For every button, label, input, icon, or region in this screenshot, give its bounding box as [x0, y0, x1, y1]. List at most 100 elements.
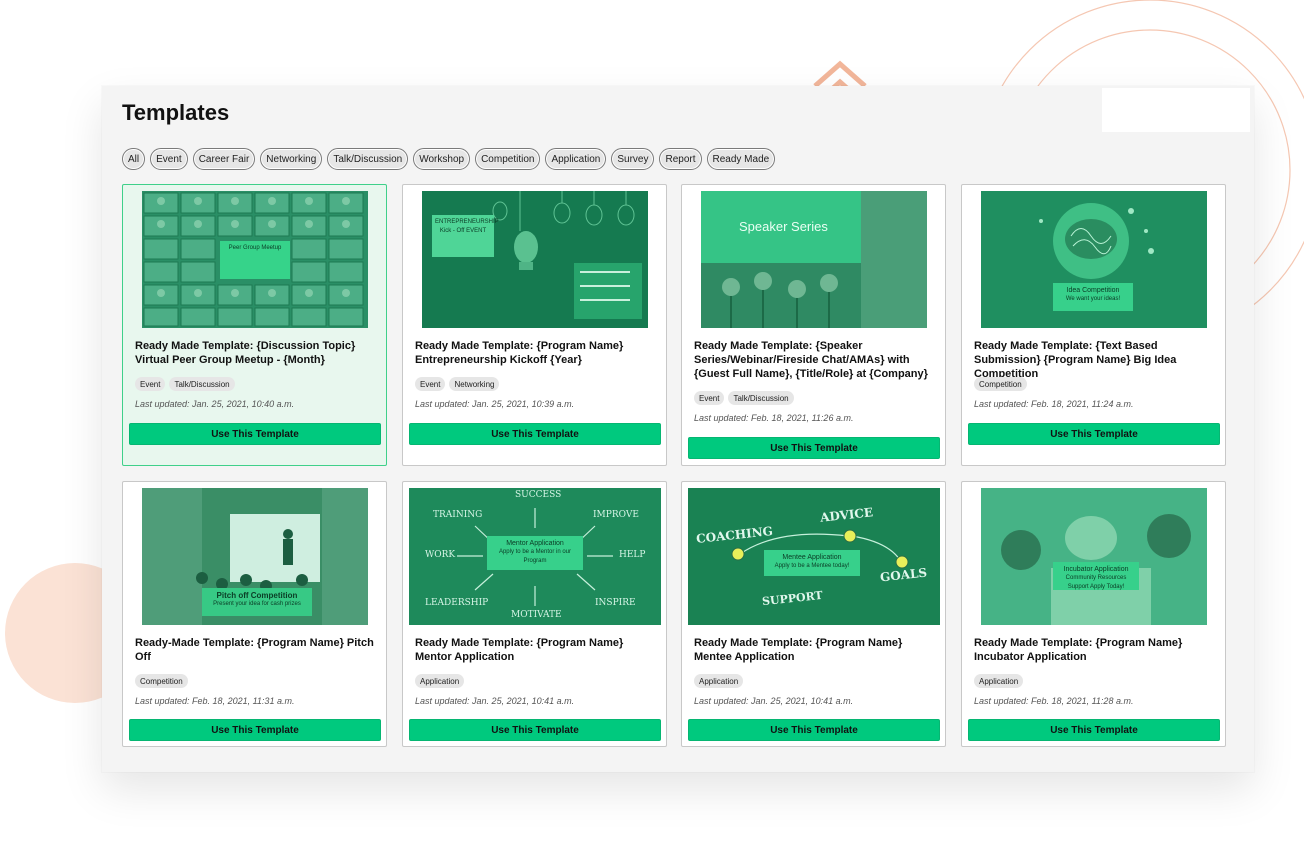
- filter-chip-workshop[interactable]: Workshop: [413, 148, 471, 170]
- presentation-image: Pitch off Competition Present your idea …: [142, 488, 368, 625]
- board-word: TRAINING: [433, 510, 483, 520]
- use-template-button[interactable]: Use This Template: [688, 719, 940, 741]
- coaching-board-image: COACHING ADVICE GOALS SUPPORT Mentee App…: [688, 488, 940, 625]
- thumb-label-sub: We want your ideas!: [1065, 296, 1121, 302]
- board-word: IMPROVE: [593, 510, 639, 520]
- last-updated: Last updated: Jan. 25, 2021, 10:39 a.m.: [415, 399, 575, 409]
- tag: Networking: [449, 377, 500, 391]
- thumb-label-title: Incubator Application: [1063, 566, 1129, 573]
- filter-chip-competition[interactable]: Competition: [475, 148, 541, 170]
- card-title: Ready Made Template: {Speaker Series/Web…: [694, 340, 928, 380]
- thumb-label: Idea Competition We want your ideas!: [1053, 283, 1133, 311]
- tag: Application: [974, 674, 1024, 688]
- template-card[interactable]: ENTREPRENEURSHIP Kick - Off EVENT Ready …: [402, 184, 667, 466]
- template-card[interactable]: COACHING ADVICE GOALS SUPPORT Mentee App…: [681, 481, 946, 747]
- use-template-button[interactable]: Use This Template: [968, 719, 1220, 741]
- chalkboard-image: SUCCESS TRAINING IMPROVE WORK HELP LEADE…: [409, 488, 661, 625]
- header-blank-area: [1102, 88, 1250, 132]
- thumb-label-sub: Community Resources Support Apply Today!: [1065, 575, 1127, 590]
- card-tags: Competition: [974, 377, 1027, 391]
- thumb-label-sub: Apply to be a Mentor in our Program: [498, 549, 572, 564]
- use-template-button[interactable]: Use This Template: [409, 423, 661, 445]
- last-updated: Last updated: Feb. 18, 2021, 11:24 a.m.: [974, 399, 1134, 409]
- card-title: Ready Made Template: {Program Name} Entr…: [415, 340, 624, 366]
- tag: Talk/Discussion: [728, 391, 794, 405]
- filter-chip-all[interactable]: All: [122, 148, 146, 170]
- card-title: Ready Made Template: {Program Name} Incu…: [974, 637, 1183, 663]
- thumb-label-sub: Present your idea for cash prizes: [213, 601, 301, 607]
- filter-chip-survey[interactable]: Survey: [611, 148, 655, 170]
- tag: Event: [694, 391, 725, 405]
- use-template-button[interactable]: Use This Template: [688, 437, 940, 459]
- board-word: SUCCESS: [515, 490, 562, 500]
- thumb-label-sub: Apply to be a Mentee today!: [774, 563, 850, 569]
- board-word: LEADERSHIP: [425, 598, 489, 608]
- filter-chip-report[interactable]: Report: [659, 148, 702, 170]
- template-card[interactable]: Pitch off Competition Present your idea …: [122, 481, 387, 747]
- template-card[interactable]: Incubator Application Community Resource…: [961, 481, 1226, 747]
- last-updated: Last updated: Feb. 18, 2021, 11:26 a.m.: [694, 413, 854, 423]
- template-card[interactable]: Speaker Series Ready Made Template: {Spe…: [681, 184, 946, 466]
- thumb-label: Incubator Application Community Resource…: [1053, 562, 1139, 590]
- high-five-image: Incubator Application Community Resource…: [981, 488, 1207, 625]
- thumb-label-title: Idea Competition: [1066, 287, 1120, 294]
- thumb-label: Mentor Application Apply to be a Mentor …: [487, 536, 583, 570]
- lightbulb-image-art: [492, 191, 642, 319]
- card-title: Ready Made Template: {Program Name} Ment…: [694, 637, 903, 663]
- use-template-button[interactable]: Use This Template: [129, 423, 381, 445]
- filter-chip-event[interactable]: Event: [150, 148, 188, 170]
- lightbulb-image: ENTREPRENEURSHIP Kick - Off EVENT: [422, 191, 648, 328]
- thumb-label-title: Pitch off Competition: [216, 591, 298, 600]
- high-five-image-art: [981, 488, 1207, 625]
- last-updated: Last updated: Feb. 18, 2021, 11:28 a.m.: [974, 696, 1134, 706]
- tag: Application: [415, 674, 465, 688]
- video-grid-image: Peer Group Meetup: [142, 191, 368, 328]
- last-updated: Last updated: Jan. 25, 2021, 10:40 a.m.: [135, 399, 295, 409]
- template-card[interactable]: Peer Group Meetup Ready Made Template: {…: [122, 184, 387, 466]
- card-tags: Event Networking: [415, 377, 500, 391]
- page-title: Templates: [122, 100, 230, 125]
- card-tags: Competition: [135, 674, 188, 688]
- template-card[interactable]: SUCCESS TRAINING IMPROVE WORK HELP LEADE…: [402, 481, 667, 747]
- last-updated: Last updated: Jan. 25, 2021, 10:41 a.m.: [694, 696, 854, 706]
- filter-chip-ready-made[interactable]: Ready Made: [706, 148, 776, 170]
- card-tags: Application: [694, 674, 744, 688]
- tag: Competition: [135, 674, 188, 688]
- board-word: HELP: [619, 550, 646, 560]
- tag: Event: [135, 377, 166, 391]
- filter-chip-talk-discussion[interactable]: Talk/Discussion: [327, 148, 409, 170]
- card-tags: Application: [974, 674, 1024, 688]
- use-template-button[interactable]: Use This Template: [968, 423, 1220, 445]
- template-card[interactable]: Idea Competition We want your ideas! Rea…: [961, 184, 1226, 466]
- thumb-label: Peer Group Meetup: [220, 241, 290, 279]
- card-title: Ready Made Template: {Text Based Submiss…: [974, 340, 1177, 380]
- tag: Event: [415, 377, 446, 391]
- filter-chips: All Event Career Fair Networking Talk/Di…: [122, 148, 776, 170]
- tag: Competition: [974, 377, 1027, 391]
- use-template-button[interactable]: Use This Template: [409, 719, 661, 741]
- tag: Talk/Discussion: [169, 377, 235, 391]
- card-title: Ready Made Template: {Program Name} Ment…: [415, 637, 624, 663]
- card-tags: Event Talk/Discussion: [135, 377, 235, 391]
- filter-chip-career-fair[interactable]: Career Fair: [192, 148, 256, 170]
- thumb-label: Speaker Series: [739, 219, 828, 234]
- filter-chip-application[interactable]: Application: [545, 148, 607, 170]
- card-title: Ready-Made Template: {Program Name} Pitc…: [135, 637, 374, 663]
- brain-bulb-image: Idea Competition We want your ideas!: [981, 191, 1207, 328]
- microphones-image-art: [701, 191, 927, 328]
- thumb-label-title: Mentee Application: [782, 554, 842, 561]
- card-tags: Event Talk/Discussion: [694, 391, 794, 405]
- card-title: Ready Made Template: {Discussion Topic} …: [135, 340, 356, 366]
- thumb-label-title: Mentor Application: [506, 540, 564, 547]
- last-updated: Last updated: Feb. 18, 2021, 11:31 a.m.: [135, 696, 295, 706]
- thumb-label: Pitch off Competition Present your idea …: [202, 588, 312, 616]
- board-word: WORK: [425, 550, 456, 560]
- tag: Application: [694, 674, 744, 688]
- templates-panel: Templates All Event Career Fair Networki…: [102, 86, 1254, 772]
- board-word: MOTIVATE: [511, 610, 562, 620]
- thumb-label: ENTREPRENEURSHIP Kick - Off EVENT: [432, 215, 499, 257]
- board-word: INSPIRE: [595, 598, 636, 608]
- use-template-button[interactable]: Use This Template: [129, 719, 381, 741]
- filter-chip-networking[interactable]: Networking: [260, 148, 323, 170]
- microphones-image: Speaker Series: [701, 191, 927, 328]
